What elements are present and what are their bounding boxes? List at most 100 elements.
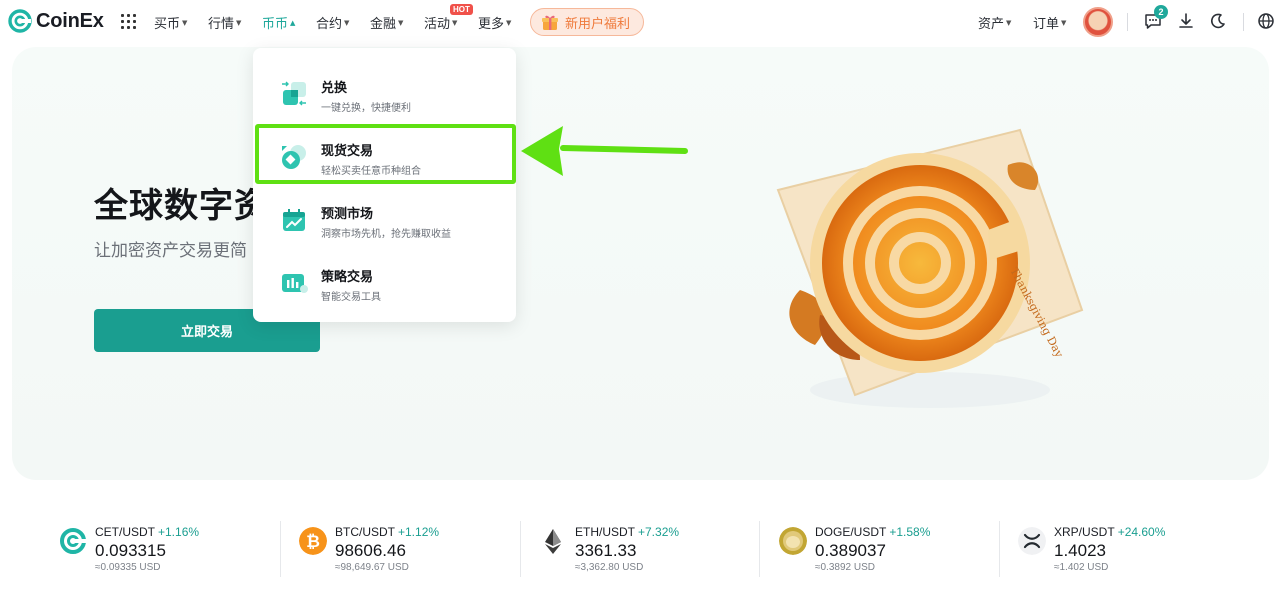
pair-name: XRP/USDT <box>1054 525 1115 539</box>
brand-name: CoinEx <box>36 9 104 32</box>
menu-item-title: 策略交易 <box>321 270 374 285</box>
cet-icon <box>60 528 86 554</box>
last-price: 3361.33 <box>575 541 637 560</box>
caret-down-icon: ▼ <box>506 18 512 27</box>
top-nav-bar: CoinEx 买币 ▼ 行情 ▼ 币币 ▲ 合约 ▼ 金融 ▼ 活动 ▼ HOT 更多 ▼ 新… <box>0 0 1286 44</box>
usd-price: ≈0.3892 USD <box>815 562 875 573</box>
price-change: +1.12% <box>398 525 440 539</box>
assets-menu[interactable]: 资产 ▼ <box>978 13 1011 32</box>
coinex-logo-icon <box>8 9 32 33</box>
usd-price: ≈3,362.80 USD <box>575 562 644 573</box>
price-change: +7.32% <box>638 525 680 539</box>
prediction-market-icon <box>283 209 305 231</box>
caret-down-icon: ▼ <box>236 18 242 27</box>
caret-down-icon: ▼ <box>1061 18 1067 27</box>
nav-futures[interactable]: 合约 ▼ <box>316 13 349 32</box>
ticker-item-doge[interactable]: DOGE/USDT +1.58% 0.389037 ≈0.3892 USD <box>779 520 1009 580</box>
pair-name: ETH/USDT <box>575 525 635 539</box>
divider <box>1127 13 1128 31</box>
nav-finance[interactable]: 金融 ▼ <box>370 13 403 32</box>
strategy-trading-icon <box>282 274 308 293</box>
pair-row: ETH/USDT +7.32% <box>575 525 679 539</box>
divider <box>280 521 281 577</box>
nav-activities[interactable]: 活动 ▼ <box>424 13 457 32</box>
xrp-icon <box>1018 527 1046 555</box>
price-change: +1.58% <box>889 525 931 539</box>
usd-price: ≈1.402 USD <box>1054 562 1109 573</box>
orders-label: 订单 <box>1033 17 1060 32</box>
nav-label: 币币 <box>262 17 289 32</box>
new-user-rewards-button[interactable]: 新用户福利 <box>530 8 644 36</box>
pair-name: BTC/USDT <box>335 525 395 539</box>
caret-down-icon: ▼ <box>182 18 188 27</box>
convert-icon <box>282 81 306 106</box>
nav-spot[interactable]: 币币 ▲ <box>262 13 295 32</box>
pair-name: DOGE/USDT <box>815 525 887 539</box>
arrow-annotation-icon <box>521 126 688 176</box>
pair-row: DOGE/USDT +1.58% <box>815 525 930 539</box>
eth-icon <box>539 527 567 555</box>
caret-up-icon: ▲ <box>290 18 296 27</box>
menu-item-convert[interactable]: 兑换 一键兑换，快捷便利 <box>253 67 516 123</box>
divider <box>759 521 760 577</box>
ticker-item-eth[interactable]: ETH/USDT +7.32% 3361.33 ≈3,362.80 USD <box>539 520 769 580</box>
price-change: +24.60% <box>1117 525 1166 539</box>
nav-label: 金融 <box>370 17 397 32</box>
ticker-item-btc[interactable]: ₿ BTC/USDT +1.12% 98606.46 ≈98,649.67 USD <box>299 520 529 580</box>
ticker-item-xrp[interactable]: XRP/USDT +24.60% 1.4023 ≈1.402 USD <box>1018 520 1248 580</box>
doge-icon <box>779 527 807 555</box>
nav-label: 更多 <box>478 17 505 32</box>
highlight-box-annotation <box>255 124 516 184</box>
hot-badge: HOT <box>450 4 473 15</box>
gift-icon <box>542 15 558 30</box>
menu-item-title: 预测市场 <box>321 207 374 222</box>
avatar[interactable] <box>1083 7 1113 37</box>
last-price: 0.093315 <box>95 541 166 560</box>
menu-item-desc: 一键兑换，快捷便利 <box>321 103 411 114</box>
nav-label: 行情 <box>208 17 235 32</box>
usd-price: ≈0.09335 USD <box>95 562 161 573</box>
assets-label: 资产 <box>978 17 1005 32</box>
pair-row: XRP/USDT +24.60% <box>1054 525 1165 539</box>
dark-mode-moon-icon[interactable] <box>1209 12 1227 30</box>
divider <box>1243 13 1244 31</box>
hero-subtitle: 让加密资产交易更简 <box>94 241 247 261</box>
nav-markets[interactable]: 行情 ▼ <box>208 13 241 32</box>
divider <box>999 521 1000 577</box>
nav-label: 合约 <box>316 17 343 32</box>
pair-name: CET/USDT <box>95 525 155 539</box>
download-icon[interactable] <box>1177 12 1195 30</box>
caret-down-icon: ▼ <box>452 18 458 27</box>
menu-item-desc: 洞察市场先机，抢先赚取收益 <box>321 229 451 240</box>
caret-down-icon: ▼ <box>398 18 404 27</box>
thanksgiving-pie-illustration: Thanksgiving Day <box>776 128 1084 408</box>
coinex-logo[interactable]: CoinEx <box>8 9 104 33</box>
globe-language-icon[interactable] <box>1257 12 1275 30</box>
menu-item-desc: 智能交易工具 <box>321 292 381 303</box>
caret-down-icon: ▼ <box>344 18 350 27</box>
usd-price: ≈98,649.67 USD <box>335 562 409 573</box>
nav-more[interactable]: 更多 ▼ <box>478 13 511 32</box>
menu-item-prediction-market[interactable]: 预测市场 洞察市场先机，抢先赚取收益 <box>253 193 516 249</box>
menu-item-strategy-trading[interactable]: 策略交易 智能交易工具 <box>253 256 516 312</box>
spot-dropdown-menu: 兑换 一键兑换，快捷便利 现货交易 轻松买卖任意币种组合 预测市场 洞察市场先机… <box>253 48 516 322</box>
svg-text:₿: ₿ <box>306 532 320 552</box>
orders-menu[interactable]: 订单 ▼ <box>1033 13 1066 32</box>
caret-down-icon: ▼ <box>1006 18 1012 27</box>
pair-row: BTC/USDT +1.12% <box>335 525 439 539</box>
pair-row: CET/USDT +1.16% <box>95 525 199 539</box>
apps-grid-icon[interactable] <box>121 14 136 29</box>
divider <box>520 521 521 577</box>
ticker-item-cet[interactable]: CET/USDT +1.16% 0.093315 ≈0.09335 USD <box>59 520 289 580</box>
last-price: 1.4023 <box>1054 541 1106 560</box>
last-price: 98606.46 <box>335 541 406 560</box>
notification-count-badge: 2 <box>1154 5 1168 19</box>
nav-label: 买币 <box>154 17 181 32</box>
new-user-label: 新用户福利 <box>565 16 631 32</box>
hero-title: 全球数字资 <box>94 186 269 226</box>
nav-label: 活动 <box>424 17 451 32</box>
last-price: 0.389037 <box>815 541 886 560</box>
price-change: +1.16% <box>158 525 200 539</box>
nav-buy-crypto[interactable]: 买币 ▼ <box>154 13 187 32</box>
menu-item-title: 兑换 <box>321 81 348 96</box>
